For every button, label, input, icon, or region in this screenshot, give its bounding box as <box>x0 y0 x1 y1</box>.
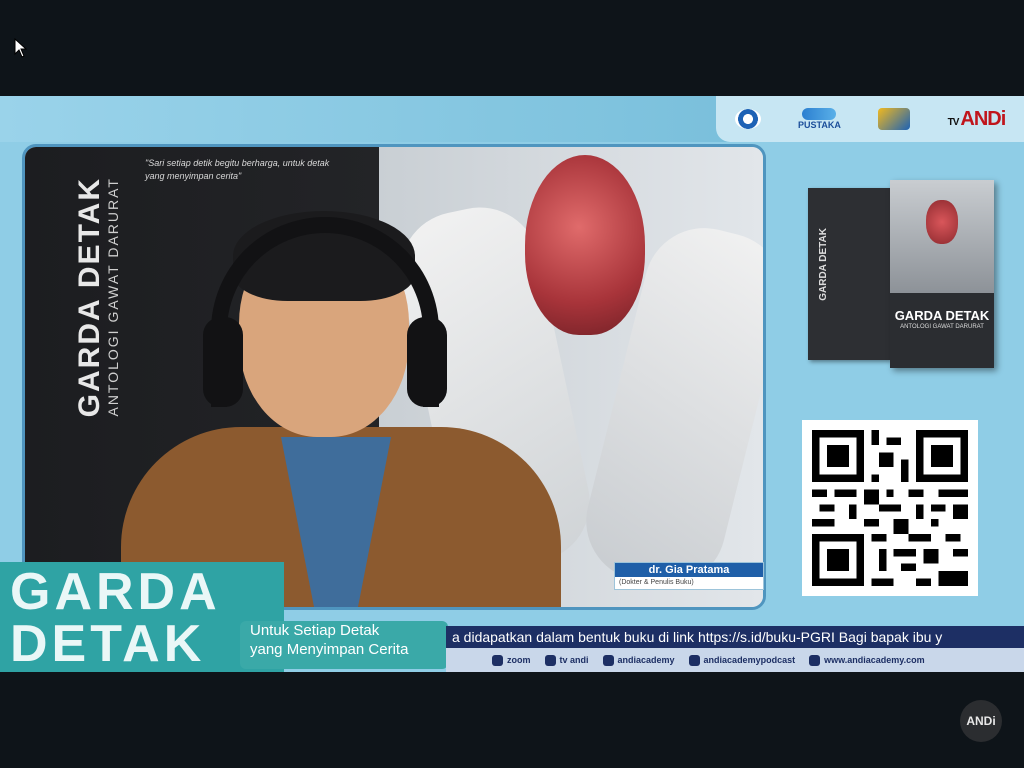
social-web: www.andiacademy.com <box>809 654 925 666</box>
social-tv-label: tv andi <box>559 655 589 665</box>
social-instagram: andiacademy <box>602 654 675 666</box>
sponsor-logo-2-label: PUSTAKA <box>798 120 841 130</box>
sponsor-logo-bar: PUSTAKA TV ANDi <box>716 96 1024 142</box>
tagline-line-2: yang Menyimpan Cerita <box>250 641 409 658</box>
watermark-text: ANDi <box>966 714 996 728</box>
headphone-ear-right <box>407 317 447 407</box>
speaker-name-card: dr. Gia Pratama (Dokter & Penulis Buku) <box>614 562 764 590</box>
headphone-ear-left <box>203 317 243 407</box>
book-front-subtitle: ANTOLOGI GAWAT DARURAT <box>900 324 984 330</box>
social-podcast: andiacademypodcast <box>688 654 796 666</box>
speaker-video-frame: GARDA DETAK ANTOLOGI GAWAT DARURAT "Sari… <box>22 144 766 610</box>
qr-code-icon <box>812 430 968 586</box>
tv-andi-name-text: ANDi <box>960 107 1006 130</box>
book-back-cover: GARDA DETAK <box>808 188 890 360</box>
tv-andi-logo: TV ANDi <box>947 107 1007 131</box>
speaker-role: (Dokter & Penulis Buku) <box>619 579 694 586</box>
social-web-label: www.andiacademy.com <box>824 655 925 665</box>
video-stage: PUSTAKA TV ANDi GARDA DETAK ANTOLOGI GAWA… <box>0 96 1024 672</box>
book-back-title: GARDA DETAK <box>818 228 829 301</box>
qr-code <box>802 420 978 596</box>
sponsor-logo-1 <box>734 109 761 129</box>
podcast-icon <box>688 654 700 666</box>
sponsor-logo-3 <box>878 108 911 130</box>
speaker-video: GARDA DETAK ANTOLOGI GAWAT DARURAT "Sari… <box>25 147 763 607</box>
social-links-bar: zoom tv andi andiacademy andiacademypodc… <box>446 648 1024 672</box>
tagline-line-1: Untuk Setiap Detak <box>250 622 380 639</box>
news-ticker: a didapatkan dalam bentuk buku di link h… <box>446 626 1024 648</box>
watermark-logo: ANDi <box>960 700 1002 742</box>
show-title-line-2: DETAK <box>10 615 206 672</box>
speaker-person <box>121 187 561 607</box>
instagram-icon <box>602 654 614 666</box>
background-book-title: GARDA DETAK <box>73 177 106 418</box>
zoom-icon <box>492 654 503 666</box>
show-title-line-1: GARDA <box>10 563 221 621</box>
wave-logo-icon <box>802 108 837 120</box>
social-zoom-label: zoom <box>507 655 531 665</box>
tv-andi-tv-text: TV <box>947 116 960 128</box>
book-cover-image: GARDA DETAK GARDA DETAK ANTOLOGI GAWAT D… <box>808 180 998 370</box>
circle-logo-icon <box>734 109 761 129</box>
social-instagram-label: andiacademy <box>617 655 675 665</box>
ticker-text: a didapatkan dalam bentuk buku di link h… <box>452 629 943 645</box>
web-icon <box>809 654 821 666</box>
social-podcast-label: andiacademypodcast <box>703 655 796 665</box>
heart-illustration-icon <box>926 200 958 244</box>
background-quote: "Sari setiap detik begitu berharga, untu… <box>145 158 330 181</box>
social-tv: tv andi <box>544 654 589 666</box>
academy-logo-icon <box>878 108 911 130</box>
book-front-cover: GARDA DETAK ANTOLOGI GAWAT DARURAT <box>890 180 994 368</box>
tv-icon <box>544 654 556 666</box>
book-front-title: GARDA DETAK <box>894 308 990 323</box>
background-book-subtitle: ANTOLOGI GAWAT DARURAT <box>105 177 121 417</box>
show-tagline: Untuk Setiap Detak yang Menyimpan Cerita <box>240 621 448 669</box>
social-zoom: zoom <box>492 654 531 666</box>
sponsor-logo-2: PUSTAKA <box>798 108 841 130</box>
speaker-name: dr. Gia Pratama <box>615 563 763 577</box>
